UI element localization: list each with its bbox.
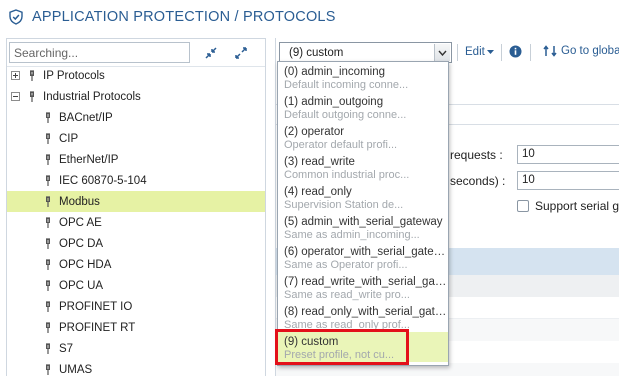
timeout-seconds-input[interactable]: 10 <box>517 171 619 190</box>
tree-item-profinet-rt[interactable]: PROFINET RT <box>7 317 265 338</box>
tree-label: BACnet/IP <box>59 111 113 124</box>
option-description: Same as admin_incoming... <box>284 229 420 241</box>
option-name: (9) custom <box>284 336 339 348</box>
tree-label: OPC AE <box>59 216 102 229</box>
tree-item-iec-60870-5-104[interactable]: IEC 60870-5-104 <box>7 170 265 191</box>
tree-children: BACnet/IP CIP EtherNet/IP IEC 60870-5-10… <box>7 107 265 380</box>
option-name: (1) admin_outgoing <box>284 96 384 108</box>
profile-option-1[interactable]: (1) admin_outgoing Default outgoing conne… <box>278 92 448 122</box>
tree-label: IP Protocols <box>43 69 105 82</box>
protocol-pin-icon <box>44 300 52 313</box>
tree-item-profinet-io[interactable]: PROFINET IO <box>7 296 265 317</box>
tree-label: IEC 60870-5-104 <box>59 174 147 187</box>
profile-option-9[interactable]: (9) custom Preset profile, not cu... <box>278 332 448 362</box>
tree-item-ethernet-ip[interactable]: EtherNet/IP <box>7 149 265 170</box>
tree-label: OPC UA <box>59 279 104 292</box>
tree-label: EtherNet/IP <box>59 153 119 166</box>
protocol-pin-icon <box>44 237 52 250</box>
option-name: (0) admin_incoming <box>284 66 385 78</box>
tree-label: OPC DA <box>59 237 104 250</box>
protocol-pin-icon <box>44 279 52 292</box>
option-description: Default outgoing conne... <box>284 109 407 121</box>
tree-group-industrial-protocols[interactable]: Industrial Protocols <box>7 86 265 107</box>
profile-option-7[interactable]: (7) read_write_with_serial_gate... Same a… <box>278 272 448 302</box>
tree-item-opc-da[interactable]: OPC DA <box>7 233 265 254</box>
protocol-pin-icon <box>44 363 52 376</box>
protocol-pin-icon <box>44 216 52 229</box>
tree-group-ip-protocols[interactable]: IP Protocols <box>7 65 265 86</box>
option-name: (5) admin_with_serial_gateway <box>284 216 443 228</box>
protocol-tree: IP Protocols Industrial Protocols BACnet… <box>7 65 265 380</box>
max-requests-label: requests : <box>450 148 503 162</box>
tree-item-cip[interactable]: CIP <box>7 128 265 149</box>
protocol-pin-icon <box>44 132 52 145</box>
support-serial-checkbox[interactable] <box>517 200 529 212</box>
expand-all-icon[interactable] <box>232 44 250 62</box>
tree-label: OPC HDA <box>59 258 112 271</box>
protocol-pin-icon <box>44 321 52 334</box>
protocol-tree-panel: IP Protocols Industrial Protocols BACnet… <box>6 38 266 376</box>
profile-dropdown-list: (0) admin_incoming Default incoming conne… <box>277 61 449 366</box>
tree-label: S7 <box>59 342 74 355</box>
tree-item-umas[interactable]: UMAS <box>7 359 265 380</box>
tree-item-opc-ua[interactable]: OPC UA <box>7 275 265 296</box>
option-name: (3) read_write <box>284 156 355 168</box>
option-description: Same as read_write pro... <box>284 289 410 301</box>
tree-label: Modbus <box>59 195 100 208</box>
tree-item-opc-ae[interactable]: OPC AE <box>7 212 265 233</box>
tree-label: Industrial Protocols <box>43 90 141 103</box>
tree-label: UMAS <box>59 363 93 376</box>
collapse-toggle-icon[interactable] <box>11 92 20 101</box>
max-requests-input[interactable]: 10 <box>517 145 619 164</box>
page-title: APPLICATION PROTECTION / PROTOCOLS <box>32 9 336 25</box>
profile-option-4[interactable]: (4) read_only Supervision Station de... <box>278 182 448 212</box>
profile-option-8[interactable]: (8) read_only_with_serial_gate... Same as… <box>278 302 448 332</box>
option-description: Operator default profi... <box>284 139 398 151</box>
tree-item-s7[interactable]: S7 <box>7 338 265 359</box>
protocol-pin-icon <box>44 342 52 355</box>
tree-label: PROFINET IO <box>59 300 133 313</box>
page-header: APPLICATION PROTECTION / PROTOCOLS <box>0 0 619 34</box>
option-name: (6) operator_with_serial_gateway <box>284 246 448 258</box>
profile-option-0[interactable]: (0) admin_incoming Default incoming conne… <box>278 62 448 92</box>
option-name: (7) read_write_with_serial_gate... <box>284 276 448 288</box>
protocol-pin-icon <box>44 111 52 124</box>
tree-label: PROFINET RT <box>59 321 136 334</box>
protocol-pin-icon <box>44 153 52 166</box>
shield-check-icon <box>9 9 23 25</box>
protocol-pin-icon <box>44 258 52 271</box>
option-description: Supervision Station de... <box>284 199 404 211</box>
protocol-pin-icon <box>28 69 36 82</box>
tree-item-opc-hda[interactable]: OPC HDA <box>7 254 265 275</box>
option-description: Same as read_only prof... <box>284 319 410 331</box>
profile-option-6[interactable]: (6) operator_with_serial_gateway Same as … <box>278 242 448 272</box>
search-input[interactable] <box>9 42 190 63</box>
option-name: (2) operator <box>284 126 345 138</box>
profile-option-3[interactable]: (3) read_write Common industrial proc... <box>278 152 448 182</box>
tree-item-modbus[interactable]: Modbus <box>7 191 265 212</box>
protocol-pin-icon <box>44 174 52 187</box>
option-name: (8) read_only_with_serial_gate... <box>284 306 448 318</box>
profile-option-5[interactable]: (5) admin_with_serial_gateway Same as adm… <box>278 212 448 242</box>
support-serial-label: Support serial g <box>535 199 619 213</box>
option-name: (4) read_only <box>284 186 352 198</box>
option-description: Default incoming conne... <box>284 79 409 91</box>
tree-toolbar <box>7 39 265 67</box>
expand-toggle-icon[interactable] <box>11 71 20 80</box>
collapse-all-icon[interactable] <box>202 44 220 62</box>
option-description: Preset profile, not cu... <box>284 349 395 361</box>
tree-label: CIP <box>59 132 79 145</box>
option-description: Same as Operator profi... <box>284 259 408 271</box>
protocol-pin-icon <box>28 90 36 103</box>
timeout-seconds-label: seconds) : <box>450 174 506 188</box>
option-description: Common industrial proc... <box>284 169 410 181</box>
profile-option-2[interactable]: (2) operator Operator default profi... <box>278 122 448 152</box>
protocol-pin-icon <box>44 195 52 208</box>
tree-item-bacnet-ip[interactable]: BACnet/IP <box>7 107 265 128</box>
